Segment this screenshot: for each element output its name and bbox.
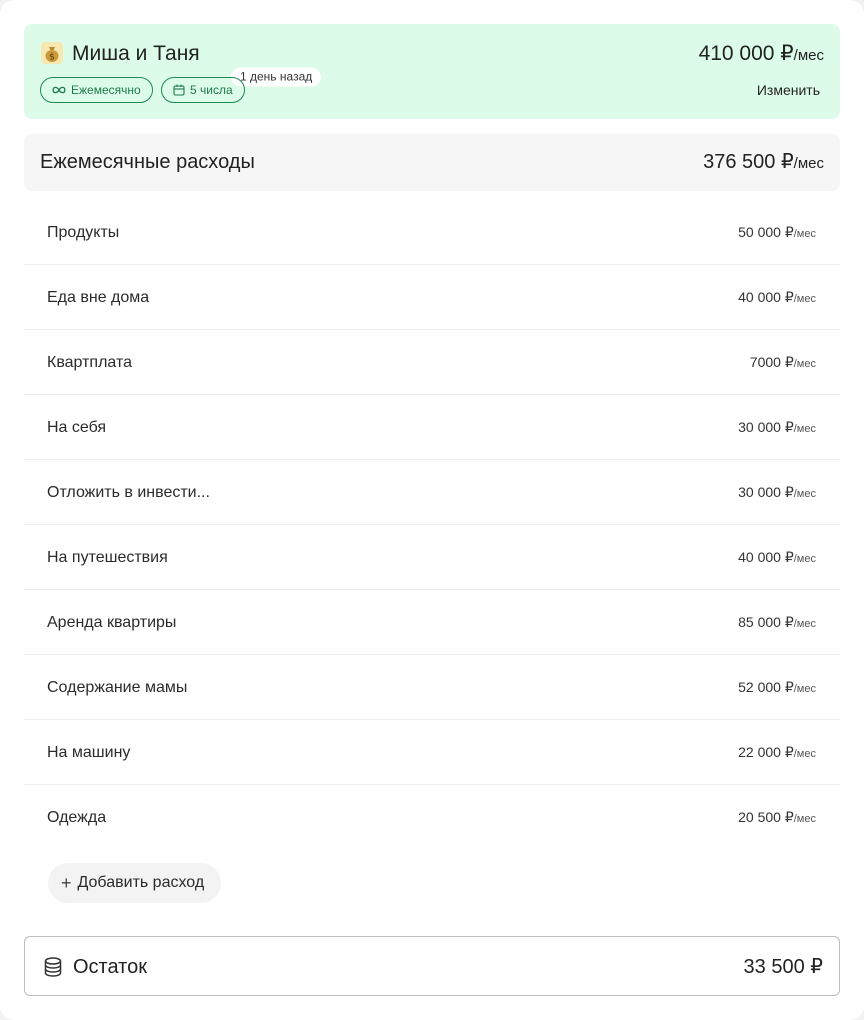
monthly-expenses-total-value: 376 500 ₽	[703, 151, 794, 173]
expense-row[interactable]: На машину 22 000 ₽/мес	[24, 720, 840, 785]
expense-name: Квартплата	[47, 354, 133, 371]
expense-amount: 50 000 ₽/мес	[738, 224, 816, 243]
expense-amount-unit: /мес	[793, 488, 816, 500]
expense-amount-value: 20 500 ₽	[738, 809, 794, 825]
expense-row[interactable]: На путешествия 40 000 ₽/мес	[24, 525, 840, 590]
frequency-badge: Ежемесячно	[40, 77, 153, 103]
expense-amount-unit: /мес	[793, 748, 816, 760]
add-expense-label: Добавить расход	[77, 874, 205, 891]
monthly-expenses-title: Ежемесячные расходы	[40, 151, 255, 173]
expense-name: Аренда квартиры	[47, 614, 177, 631]
expense-amount: 40 000 ₽/мес	[738, 549, 816, 568]
expense-name: На путешествия	[47, 549, 168, 566]
database-icon	[44, 957, 62, 977]
expense-amount-value: 85 000 ₽	[738, 614, 794, 630]
infinity-icon	[52, 86, 66, 94]
expense-name: Отложить в инвести...	[47, 484, 210, 501]
payday-label: 5 числа	[190, 83, 233, 97]
expense-name: На себя	[47, 419, 107, 436]
income-amount: 410 000 ₽/мес	[699, 41, 824, 69]
calendar-icon	[173, 84, 185, 96]
expense-name: Содержание мамы	[47, 679, 188, 696]
monthly-expenses-total-unit: /мес	[793, 155, 824, 172]
expense-amount-unit: /мес	[793, 683, 816, 695]
expense-amount: 40 000 ₽/мес	[738, 289, 816, 308]
expense-amount-value: 40 000 ₽	[738, 549, 794, 565]
expense-amount-unit: /мес	[793, 813, 816, 825]
expense-name: Продукты	[47, 224, 120, 241]
expense-amount-unit: /мес	[793, 293, 816, 305]
monthly-expenses-header: Ежемесячные расходы 376 500 ₽/мес	[24, 134, 840, 191]
expense-row[interactable]: Аренда квартиры 85 000 ₽/мес	[24, 590, 840, 655]
expense-amount: 52 000 ₽/мес	[738, 679, 816, 698]
expense-amount: 85 000 ₽/мес	[738, 614, 816, 633]
expense-list: Продукты 50 000 ₽/мес Еда вне дома 40 00…	[24, 200, 840, 850]
expense-amount-value: 7000 ₽	[749, 354, 794, 370]
expense-amount-unit: /мес	[793, 553, 816, 565]
expense-name: Одежда	[47, 809, 107, 826]
expense-name: На машину	[47, 744, 131, 761]
expense-amount: 20 500 ₽/мес	[738, 809, 816, 828]
plus-icon: +	[61, 873, 72, 893]
income-amount-unit: /мес	[793, 47, 824, 64]
expense-amount-value: 22 000 ₽	[738, 744, 794, 760]
money-bag-icon: $	[41, 42, 63, 64]
expense-amount-value: 40 000 ₽	[738, 289, 794, 305]
frequency-label: Ежемесячно	[71, 83, 141, 97]
expense-amount-unit: /мес	[793, 228, 816, 240]
expense-amount: 7000 ₽/мес	[750, 354, 816, 373]
expense-amount-value: 30 000 ₽	[738, 419, 794, 435]
remainder-card: Остаток 33 500 ₽	[24, 936, 840, 996]
remainder-label: Остаток	[73, 956, 147, 978]
income-title: Миша и Таня	[72, 42, 200, 65]
expense-amount-unit: /мес	[793, 358, 816, 370]
expense-amount-unit: /мес	[793, 618, 816, 630]
expense-amount: 22 000 ₽/мес	[738, 744, 816, 763]
expense-row[interactable]: Квартплата 7000 ₽/мес	[24, 330, 840, 395]
expense-row[interactable]: Одежда 20 500 ₽/мес	[24, 785, 840, 850]
budget-card: $ Миша и Таня 1 день назад 410 000 ₽/мес…	[0, 0, 864, 1020]
expense-amount: 30 000 ₽/мес	[738, 419, 816, 438]
time-ago-badge: 1 день назад	[231, 67, 322, 87]
expense-row[interactable]: Еда вне дома 40 000 ₽/мес	[24, 265, 840, 330]
payday-badge: 5 числа	[161, 77, 245, 103]
income-amount-value: 410 000 ₽	[698, 42, 794, 65]
expense-amount-value: 50 000 ₽	[738, 224, 794, 240]
expense-row[interactable]: Продукты 50 000 ₽/мес	[24, 200, 840, 265]
remainder-value: 33 500 ₽	[743, 956, 823, 978]
add-expense-button[interactable]: + Добавить расход	[48, 863, 221, 903]
expense-amount-unit: /мес	[793, 423, 816, 435]
svg-text:$: $	[49, 53, 55, 63]
expense-amount: 30 000 ₽/мес	[738, 484, 816, 503]
expense-amount-value: 30 000 ₽	[738, 484, 794, 500]
expense-row[interactable]: Отложить в инвести... 30 000 ₽/мес	[24, 460, 840, 525]
expense-row[interactable]: Содержание мамы 52 000 ₽/мес	[24, 655, 840, 720]
expense-amount-value: 52 000 ₽	[738, 679, 794, 695]
expense-name: Еда вне дома	[47, 289, 150, 306]
expense-row[interactable]: На себя 30 000 ₽/мес	[24, 395, 840, 460]
edit-income-button[interactable]: Изменить	[757, 81, 820, 99]
income-card[interactable]: $ Миша и Таня 1 день назад 410 000 ₽/мес…	[24, 24, 840, 119]
monthly-expenses-total: 376 500 ₽/мес	[703, 150, 824, 176]
